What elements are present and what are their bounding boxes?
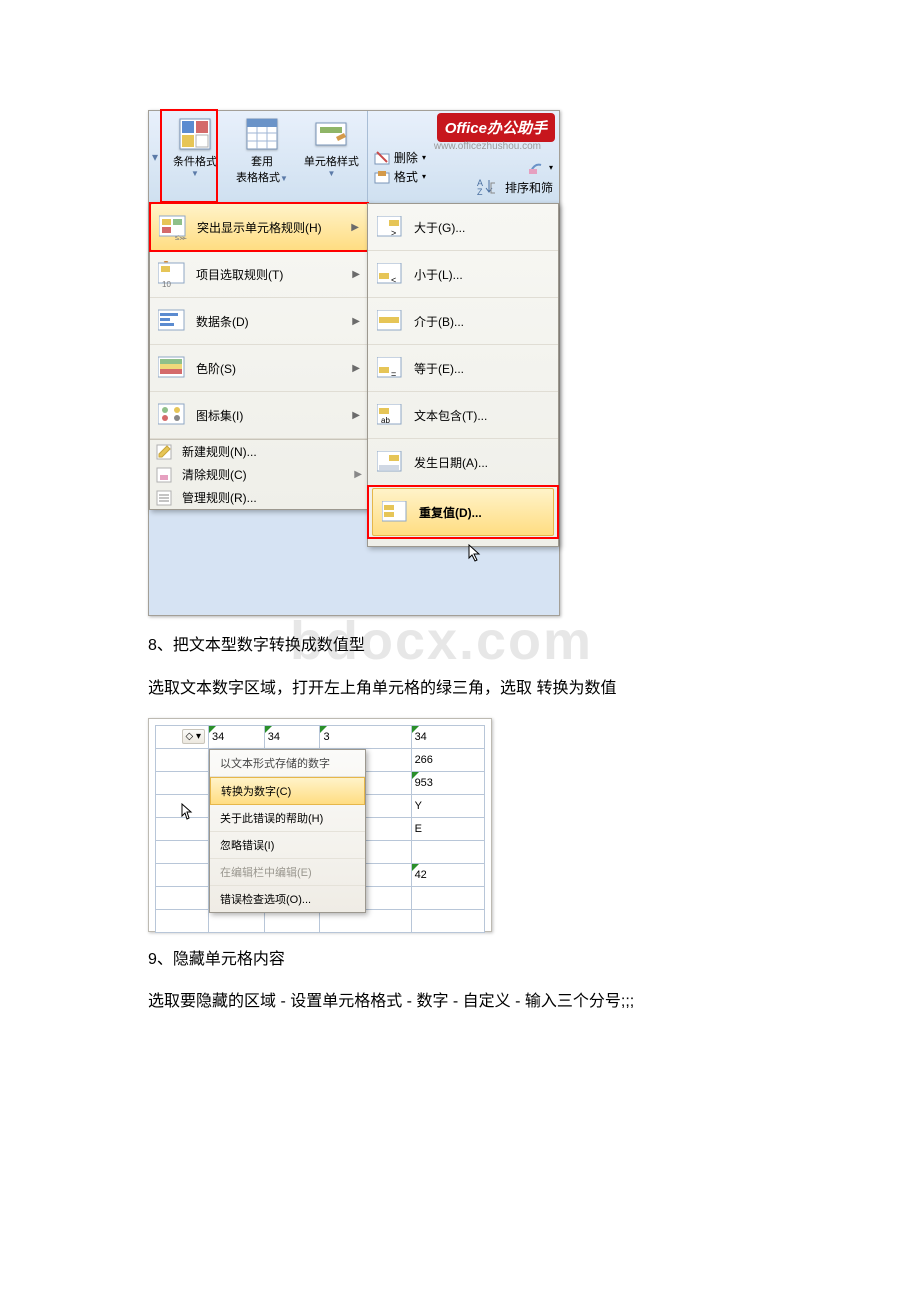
paragraph-8-title: 8、把文本型数字转换成数值型 [148,632,780,661]
label: 清除规则(C) [182,466,247,483]
label: 小于(L)... [414,266,550,283]
conditional-format-icon [178,117,212,151]
edit-in-formula-bar-item: 在编辑栏中编辑(E) [210,859,365,886]
label: 格式 [394,168,418,185]
equal-icon: = [377,357,405,379]
help-item[interactable]: 关于此错误的帮助(H) [210,805,365,832]
greater-icon: > [377,216,405,238]
paragraph-9-body: 选取要隐藏的区域 - 设置单元格格式 - 数字 - 自定义 - 输入三个分号;;… [148,988,780,1017]
watermark-banner: Office办公助手 [437,113,555,142]
label: 介于(B)... [414,313,550,330]
conditional-formatting-menu: ≤⪼ 突出显示单元格规则(H) ▶ 10 项目选取规则(T)▶ 数据条(D)▶ … [149,203,369,510]
label: 项目选取规则(T) [196,266,352,283]
data-bars-icon [158,308,188,334]
new-rule-icon [156,444,172,460]
cell[interactable]: 3 [320,725,411,748]
format-as-table-button[interactable]: 套用表格格式▼ [228,111,296,203]
top-bottom-rules-item[interactable]: 10 项目选取规则(T)▶ [150,251,368,298]
ribbon: ▾ 条件格式 ▼ 套用表格格式▼ 单元格样式 ▼ Office办公助手 www.… [149,111,559,204]
paragraph-8-body: 选取文本数字区域，打开左上角单元格的绿三角，选取 转换为数值 [148,675,780,704]
top-bottom-icon: 10 [158,261,188,287]
cell-styles-icon [314,117,348,151]
icon-sets-icon [158,402,188,428]
label: 色阶(S) [196,360,352,377]
cell-styles-button[interactable]: 单元格样式 ▼ [296,111,367,203]
conditional-formatting-button[interactable]: 条件格式 ▼ [162,111,228,203]
convert-to-number-item[interactable]: 转换为数字(C) [210,777,365,805]
delete-button[interactable]: 删除▾ [374,149,426,166]
table-icon [245,117,279,151]
format-button[interactable]: 格式▾ [374,168,426,185]
duplicate-values-item[interactable]: 重复值(D)... [372,488,554,536]
ignore-error-item[interactable]: 忽略错误(I) [210,832,365,859]
less-icon: < [377,263,405,285]
svg-text:>: > [391,228,396,238]
highlight-cell-rules-item[interactable]: ≤⪼ 突出显示单元格规则(H) ▶ [150,203,368,251]
label: 转换为数字(C) [221,786,291,798]
clear-rules-icon [156,467,172,483]
label: 图标集(I) [196,407,352,424]
sort-icon: AZ [477,177,499,197]
format-icon [374,170,390,184]
cursor-icon [181,803,193,821]
icon-sets-item[interactable]: 图标集(I)▶ [150,392,368,439]
less-than-item[interactable]: < 小于(L)... [368,251,558,298]
date-occurring-item[interactable]: 发生日期(A)... [368,439,558,486]
menu-title: 以文本形式存储的数字 [210,750,365,777]
text-contains-item[interactable]: ab 文本包含(T)... [368,392,558,439]
label: 发生日期(A)... [414,454,550,471]
label: 数据条(D) [196,313,352,330]
new-rule-item[interactable]: 新建规则(N)... [150,440,368,463]
error-context-menu: 以文本形式存储的数字 转换为数字(C) 关于此错误的帮助(H) 忽略错误(I) … [209,749,366,913]
date-icon [377,451,405,473]
clear-rules-item[interactable]: 清除规则(C)▶ [150,463,368,486]
svg-text:10: 10 [162,280,171,287]
watermark-url: www.officezhushou.com [434,141,541,152]
greater-than-item[interactable]: > 大于(G)... [368,204,558,251]
highlight-rules-submenu: > 大于(G)... < 小于(L)... 介于(B)... = 等于(E)... a… [367,203,559,547]
cell[interactable]: E [411,817,484,840]
label: 文本包含(T)... [414,407,550,424]
between-item[interactable]: 介于(B)... [368,298,558,345]
cell[interactable]: Y [411,794,484,817]
manage-rules-icon [156,490,172,506]
manage-rules-item[interactable]: 管理规则(R)... [150,486,368,509]
clear-icon [527,159,545,175]
label: 排序和筛 [505,179,553,196]
color-scales-icon [158,355,188,381]
delete-icon [374,151,390,165]
excel-conditional-format-screenshot: ▾ 条件格式 ▼ 套用表格格式▼ 单元格样式 ▼ Office办公助手 www.… [148,110,560,616]
cell[interactable]: 42 [411,863,484,886]
label: 大于(G)... [414,219,550,236]
label: 新建规则(N)... [182,443,257,460]
svg-text:ab: ab [381,416,390,425]
label: 套用表格格式▼ [236,153,288,185]
svg-text:<: < [391,275,396,285]
cell[interactable]: 953 [411,771,484,794]
paragraph-9-title: 9、隐藏单元格内容 [148,946,780,975]
error-options-item[interactable]: 错误检查选项(O)... [210,886,365,912]
svg-text:Z: Z [477,187,483,197]
cell[interactable]: 34 [264,725,320,748]
color-scales-item[interactable]: 色阶(S)▶ [150,345,368,392]
label: 管理规则(R)... [182,489,257,506]
data-bars-item[interactable]: 数据条(D)▶ [150,298,368,345]
cell[interactable]: 266 [411,748,484,771]
svg-text:=: = [391,369,396,379]
between-icon [377,310,405,332]
cursor-icon [468,544,482,564]
label: 删除 [394,149,418,166]
cell[interactable]: 34 [209,725,265,748]
label: 单元格样式 [304,153,359,169]
label: 等于(E)... [414,360,550,377]
excel-convert-number-screenshot: ◇ ▾ 34 34 3 34 2667266 32953 Y 67E 4242 … [148,718,492,932]
sort-button[interactable]: AZ 排序和筛 [477,177,553,197]
text-contains-icon: ab [377,404,405,426]
error-smart-tag[interactable]: ◇ ▾ [182,729,206,744]
cell[interactable]: 34 [411,725,484,748]
equal-to-item[interactable]: = 等于(E)... [368,345,558,392]
